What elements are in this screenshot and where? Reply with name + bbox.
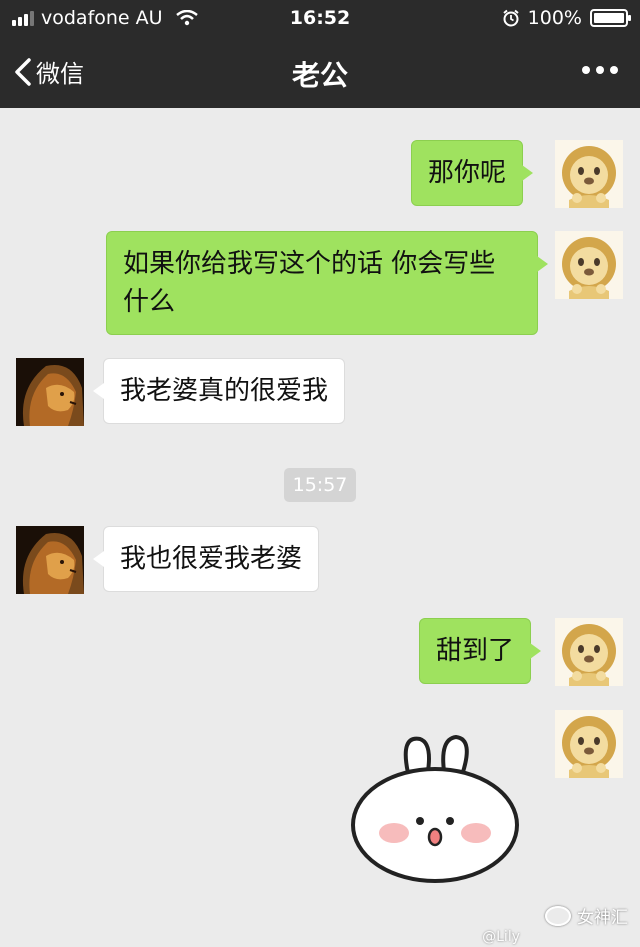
more-icon[interactable]	[582, 66, 618, 74]
message-bubble[interactable]: 那你呢	[411, 140, 534, 206]
battery-fill	[594, 13, 624, 23]
my-avatar[interactable]	[555, 710, 623, 778]
lion-cartoon-avatar	[555, 618, 623, 686]
message-text: 我也很爱我老婆	[120, 544, 303, 574]
lion-cartoon-avatar	[555, 140, 623, 208]
battery-percent: 100%	[527, 7, 582, 29]
alarm-icon	[503, 9, 519, 27]
message-bubble[interactable]: 我老婆真的很爱我	[92, 358, 346, 424]
my-avatar[interactable]	[555, 618, 623, 686]
status-bar: vodafone AU 16:52 100%	[0, 0, 640, 36]
nav-bar: 微信 老公	[0, 36, 640, 108]
chat-title: 老公	[291, 59, 348, 92]
status-right: 100%	[502, 7, 631, 29]
message-text: 如果你给我写这个的话 你会写些什么	[123, 249, 496, 317]
watermark-text: 女神汇	[577, 908, 628, 928]
battery-icon	[590, 9, 631, 27]
message-text: 我老婆真的很爱我	[120, 376, 329, 406]
contact-avatar[interactable]	[16, 358, 84, 426]
message-text: 甜到了	[436, 636, 515, 666]
message-bubble[interactable]: 如果你给我写这个的话 你会写些什么	[106, 231, 548, 335]
message-bubble[interactable]: 我也很爱我老婆	[92, 526, 320, 592]
message-bubble[interactable]: 甜到了	[419, 618, 542, 684]
timestamp: 15:57	[284, 468, 356, 502]
contact-avatar[interactable]	[16, 526, 84, 594]
lion-cartoon-avatar	[555, 710, 623, 778]
message-text: 那你呢	[428, 158, 507, 188]
lion-photo-avatar	[16, 526, 84, 594]
my-avatar[interactable]	[555, 231, 623, 299]
bunny-sticker-icon[interactable]	[348, 733, 522, 885]
watermark-sub: @Lily	[482, 929, 520, 945]
lion-cartoon-avatar	[555, 231, 623, 299]
my-avatar[interactable]	[555, 140, 623, 208]
watermark: 女神汇 @Lily	[482, 903, 628, 945]
lion-photo-avatar	[16, 358, 84, 426]
wechat-logo-icon	[545, 905, 571, 926]
